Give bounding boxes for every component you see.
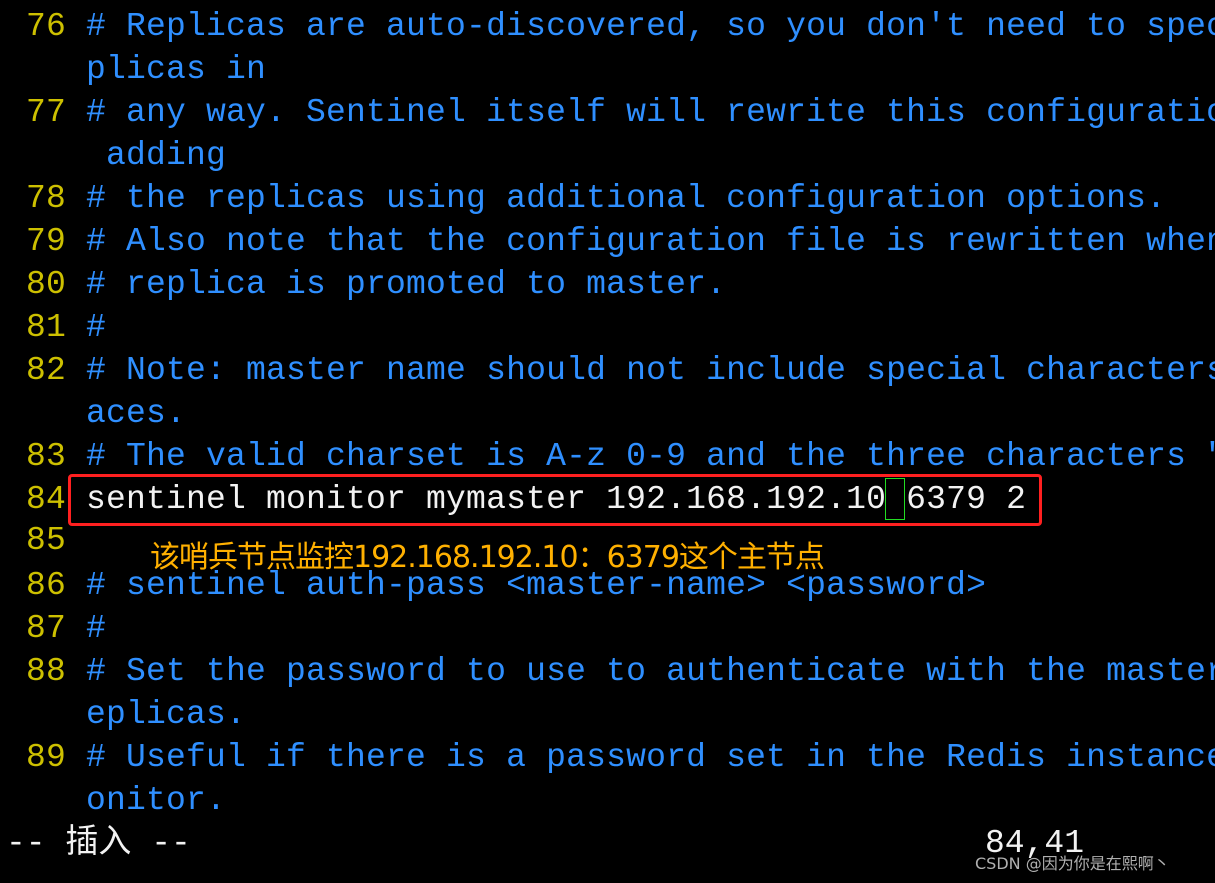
line-number: 77 — [26, 94, 67, 131]
line-text: # The valid charset is A-z 0-9 and the t… — [86, 438, 1215, 475]
line-number: 78 — [26, 180, 67, 217]
line-text: # — [86, 309, 107, 346]
line-text: # Also note that the configuration file … — [86, 223, 1215, 260]
editor-line[interactable]: 87 # — [0, 607, 1215, 650]
line-number: 82 — [26, 352, 67, 389]
editor-line[interactable]: 88 # Set the password to use to authentic… — [0, 650, 1215, 693]
line-text: onitor. — [86, 782, 227, 819]
watermark: CSDN @因为你是在熙啊丶 — [975, 854, 1170, 873]
line-text: aces. — [86, 395, 187, 432]
editor-line[interactable]: 80 # replica is promoted to master. — [0, 263, 1215, 306]
line-number: 81 — [26, 309, 67, 346]
line-text: # Set the password to use to authenticat… — [86, 653, 1215, 690]
editor-line[interactable]: 78 # the replicas using additional config… — [0, 177, 1215, 220]
line-text: # replica is promoted to master. — [86, 266, 727, 303]
editor-line[interactable]: 83 # The valid charset is A-z 0-9 and the… — [0, 435, 1215, 478]
line-text: # Useful if there is a password set in t… — [86, 739, 1215, 776]
line-text: # — [86, 610, 107, 647]
line-number: 83 — [26, 438, 67, 475]
line-number: 88 — [26, 653, 67, 690]
editor-line[interactable]: 82 # Note: master name should not include… — [0, 349, 1215, 392]
line-text: # any way. Sentinel itself will rewrite … — [86, 94, 1215, 131]
line-text: # the replicas using additional configur… — [86, 180, 1167, 217]
editor-line[interactable]: 76 # Replicas are auto-discovered, so you… — [0, 5, 1215, 48]
editor-line[interactable]: aces. — [0, 392, 1215, 435]
line-number: 85 — [26, 522, 67, 559]
line-text: adding — [86, 137, 227, 174]
line-number: 86 — [26, 567, 67, 604]
editor-line[interactable]: adding — [0, 134, 1215, 177]
line-number: 89 — [26, 739, 67, 776]
editor-line[interactable]: 81 # — [0, 306, 1215, 349]
editor-line[interactable]: plicas in — [0, 48, 1215, 91]
line-number: 84 — [26, 481, 67, 518]
line-number: 79 — [26, 223, 67, 260]
line-text: eplicas. — [86, 696, 247, 733]
editor-line[interactable]: 77 # any way. Sentinel itself will rewrit… — [0, 91, 1215, 134]
mode-indicator: -- 插入 -- — [6, 825, 191, 862]
editor-line[interactable]: 79 # Also note that the configuration fil… — [0, 220, 1215, 263]
line-number: 76 — [26, 8, 67, 45]
editor-line[interactable]: 89 # Useful if there is a password set in… — [0, 736, 1215, 779]
editor-line[interactable]: onitor. — [0, 779, 1215, 822]
text-cursor — [885, 478, 905, 520]
annotation-text: 该哨兵节点监控192.168.192.10：6379这个主节点 — [150, 540, 825, 575]
line-text: plicas in — [86, 51, 267, 88]
line-text: # Replicas are auto-discovered, so you d… — [86, 8, 1215, 45]
line-number: 80 — [26, 266, 67, 303]
line-number: 87 — [26, 610, 67, 647]
editor-line[interactable]: eplicas. — [0, 693, 1215, 736]
line-text: # Note: master name should not include s… — [86, 352, 1215, 389]
